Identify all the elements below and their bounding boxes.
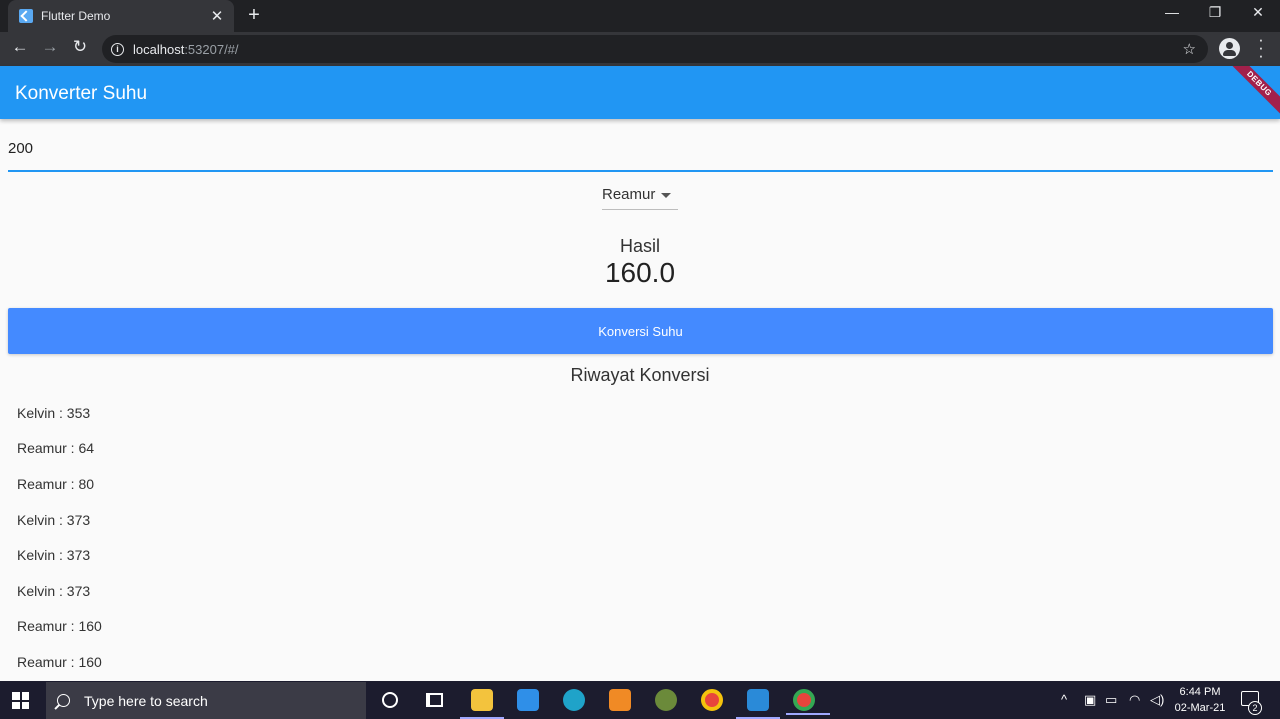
result-label: Hasil [619,236,660,256]
url-path: :53207/#/ [184,41,239,57]
new-tab-button[interactable]: + [244,4,264,27]
temperature-input[interactable] [8,140,1273,157]
close-window-icon[interactable]: ✕ [1246,4,1270,21]
history-item: Reamur : 64 [17,440,95,457]
chrome-icon-active[interactable] [786,689,830,715]
clock-date: 02-Mar-21 [1174,702,1226,714]
star-icon[interactable]: ☆ [1183,40,1196,58]
search-placeholder: Type here to search [84,692,208,709]
clock-time: 6:44 PM [1179,686,1221,698]
flutter-favicon-icon [19,9,33,23]
edge-icon[interactable] [563,689,585,711]
volume-icon[interactable]: ◁) [1150,692,1164,708]
wifi-icon[interactable]: ◠ [1129,692,1140,708]
tab-title: Flutter Demo [41,9,111,23]
back-arrow-icon[interactable]: ← [8,37,32,57]
history-item: Kelvin : 373 [17,582,91,599]
search-icon [57,694,70,707]
taskbar-search-box[interactable]: Type here to search [46,682,366,719]
history-item: Kelvin : 373 [17,511,91,528]
tab-close-icon[interactable]: ✕ [208,7,226,25]
task-view-icon[interactable] [426,693,443,707]
convert-button[interactable]: Konversi Suhu [8,308,1273,354]
history-item: Reamur : 160 [17,653,102,670]
history-item: Kelvin : 353 [17,404,91,421]
history-item: Reamur : 80 [17,475,95,492]
browser-tab[interactable]: Flutter Demo ✕ [8,0,234,32]
cortana-icon[interactable] [382,692,398,708]
game-app-icon[interactable] [655,689,677,711]
temperature-input-field [8,132,1273,172]
browser-toolbar: ← → ↻ i localhost:53207/#/ ☆ · · · [0,31,1280,66]
history-list: Kelvin : 353 Reamur : 64 Reamur : 80 Kel… [17,395,617,680]
history-title: Riwayat Konversi [570,365,710,385]
app-bar: Konverter Suhu DEBUG [0,66,1280,119]
meet-now-icon[interactable]: ▣ [1084,692,1096,708]
app-title: Konverter Suhu [15,83,148,104]
history-item: Reamur : 160 [17,618,102,635]
taskbar-clock[interactable]: 6:44 PM 02-Mar-21 [1170,684,1230,716]
vscode-icon[interactable] [736,689,780,719]
chrome-icon[interactable] [701,689,723,711]
mail-icon[interactable] [517,689,539,711]
sublime-text-icon[interactable] [609,689,631,711]
account-icon[interactable] [1219,38,1240,59]
url-host: localhost [133,41,185,57]
minimize-icon[interactable]: — [1160,4,1184,20]
result-value: 160.0 [604,257,676,288]
notification-count-badge: 2 [1248,701,1262,715]
more-vert-icon[interactable]: · · · [1256,31,1266,64]
address-bar[interactable]: i localhost:53207/#/ ☆ [102,35,1208,63]
restore-icon[interactable]: ❐ [1203,4,1227,21]
windows-taskbar: Type here to search ^ ▣ ▭ ◠ ◁) 6:44 PM 0… [0,681,1280,719]
dropdown-selected-value: Reamur [602,186,656,203]
show-hidden-icons-icon[interactable]: ^ [1061,692,1067,707]
forward-arrow-icon[interactable]: → [38,37,62,57]
info-icon[interactable]: i [111,42,124,56]
file-explorer-icon[interactable] [460,689,504,719]
reload-icon[interactable]: ↻ [68,37,92,57]
browser-tabstrip: Flutter Demo ✕ + — ❐ ✕ [0,0,1280,32]
history-item: Kelvin : 373 [17,547,91,564]
windows-start-icon[interactable] [12,692,29,709]
battery-icon[interactable]: ▭ [1105,692,1117,708]
arrow-drop-down-icon [661,193,671,198]
unit-dropdown[interactable]: Reamur [602,182,678,210]
debug-banner: DEBUG [1220,66,1280,119]
